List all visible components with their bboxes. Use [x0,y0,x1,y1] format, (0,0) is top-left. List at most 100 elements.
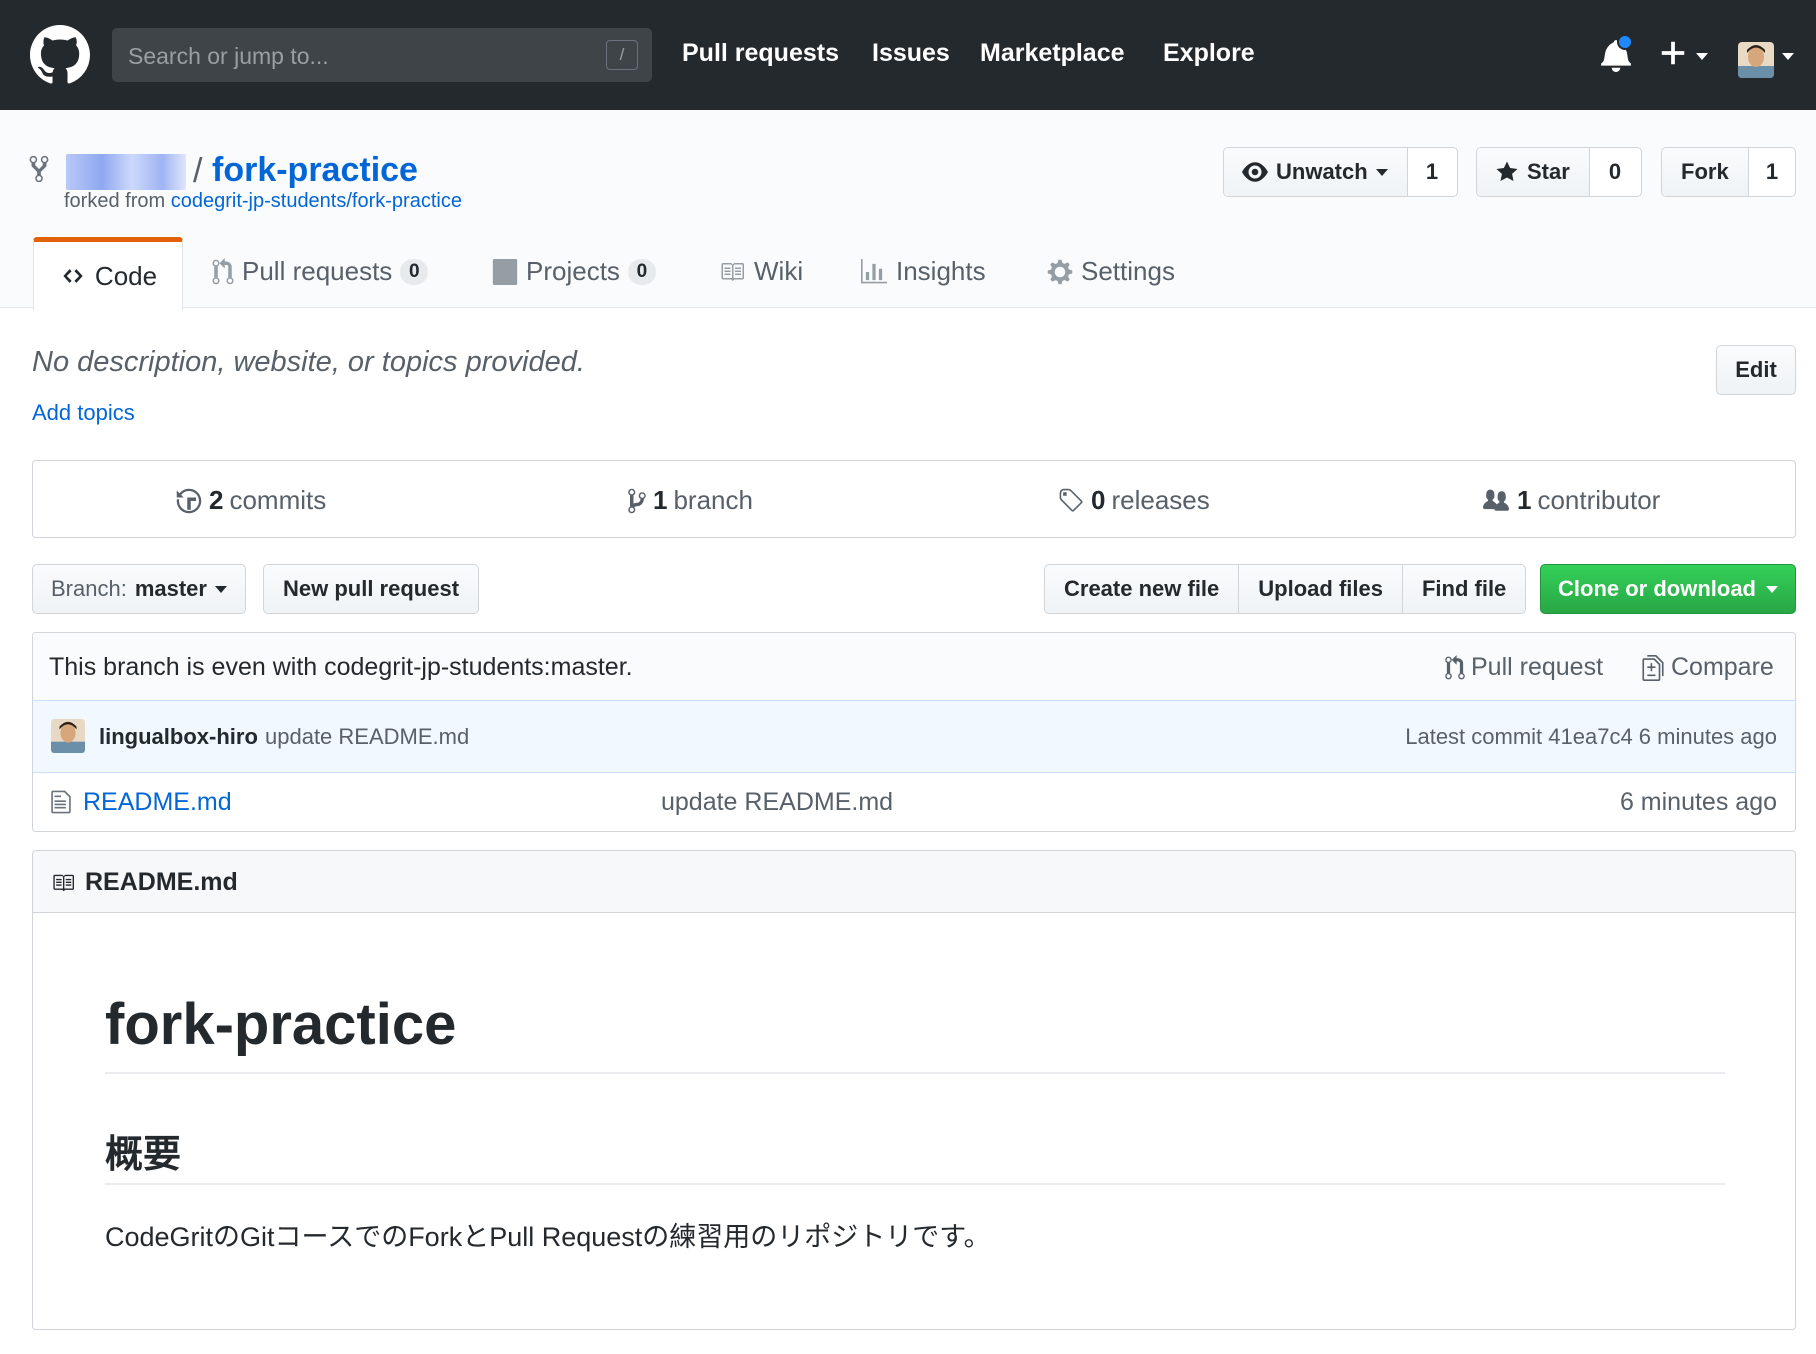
star-label: Star [1527,159,1570,184]
repo-name-link[interactable]: fork-practice [212,151,418,190]
contributors-label: contributor [1537,485,1661,515]
tab-settings-label: Settings [1081,256,1175,286]
nav-pull-requests[interactable]: Pull requests [682,39,839,68]
commits-count: 2 [209,485,224,515]
star-button[interactable]: Star [1477,148,1590,196]
forked-from: forked from codegrit-jp-students/fork-pr… [64,190,462,213]
commit-message-link[interactable]: update README.md [265,724,469,750]
file-commit-message[interactable]: update README.md [661,788,893,817]
tab-insights-label: Insights [896,256,986,286]
fork-label: Fork [1681,159,1729,184]
commit-author-avatar[interactable] [51,719,85,753]
pull-request-icon [212,257,234,284]
repo-forked-icon [29,155,49,183]
tab-pull-requests-count: 0 [400,258,429,285]
file-row: README.md update README.md 6 minutes ago [33,773,1795,831]
search-input[interactable]: Search or jump to... / [112,28,652,82]
people-icon [1483,489,1509,511]
new-pull-request-button[interactable]: New pull request [263,564,480,614]
unwatch-button[interactable]: Unwatch [1224,148,1408,196]
find-file-button[interactable]: Find file [1403,565,1525,613]
caret-down-icon [214,585,227,593]
repo-owner-redacted[interactable] [66,154,186,190]
github-logo-icon[interactable] [30,25,90,85]
latest-commit-info[interactable]: Latest commit 41ea7c4 6 minutes ago [1405,724,1777,750]
branch-select-button[interactable]: Branch: master [32,564,246,614]
branch-select-label: Branch: [51,576,127,601]
star-icon [1496,161,1518,181]
user-avatar[interactable] [1738,42,1774,78]
git-branch-icon [628,488,646,513]
code-icon [63,269,83,283]
tab-projects[interactable]: Projects 0 [492,235,656,308]
tab-pull-requests[interactable]: Pull requests 0 [212,235,429,308]
add-topics-link[interactable]: Add topics [32,400,135,426]
branches-count: 1 [653,485,668,515]
releases-link[interactable]: 0 releases [1057,485,1210,516]
nav-explore[interactable]: Explore [1163,39,1255,68]
file-actions-group: Create new file Upload files Find file [1044,564,1527,614]
unwatch-label: Unwatch [1276,159,1368,184]
repo-header: / fork-practice forked from codegrit-jp-… [0,110,1816,310]
commits-label: commits [229,485,327,515]
pull-request-icon [1445,654,1465,679]
branches-link[interactable]: 1 branch [627,485,753,516]
branch-infobar: This branch is even with codegrit-jp-stu… [33,633,1795,701]
fork-button[interactable]: Fork [1662,148,1749,196]
nav-issues[interactable]: Issues [872,39,950,68]
commits-link[interactable]: 2 commits [175,485,326,516]
gear-icon [1047,259,1073,284]
tab-wiki[interactable]: Wiki [718,235,803,308]
caret-down-icon [1766,585,1778,593]
nav-marketplace[interactable]: Marketplace [980,39,1125,68]
user-menu-caret-icon[interactable] [1782,53,1794,60]
file-listing: This branch is even with codegrit-jp-stu… [32,632,1796,832]
create-menu-caret-icon[interactable] [1696,53,1708,60]
readme-title: README.md [85,868,238,896]
clone-or-download-button[interactable]: Clone or download [1540,564,1796,614]
star-button-group: Star 0 [1476,147,1642,197]
contributors-link[interactable]: 1 contributor [1481,485,1660,516]
project-icon [492,258,518,285]
forks-count[interactable]: 1 [1749,148,1795,196]
plus-icon[interactable] [1660,38,1686,68]
branches-label: branch [673,485,753,515]
tab-code-label: Code [94,260,158,291]
edit-description-button[interactable]: Edit [1716,345,1796,395]
branch-status-text: This branch is even with codegrit-jp-stu… [49,653,633,681]
repo-description: No description, website, or topics provi… [32,346,585,378]
readme-header: README.md [33,851,1795,913]
file-name-link[interactable]: README.md [83,788,232,817]
stargazers-count[interactable]: 0 [1590,148,1640,196]
tab-projects-count: 0 [627,258,656,285]
tag-icon [1059,488,1083,512]
search-placeholder: Search or jump to... [128,43,329,69]
forked-from-label: forked from [64,190,166,212]
search-shortcut-key: / [606,40,638,70]
book-icon [721,262,744,281]
compare-link[interactable]: Compare [1641,653,1774,682]
upload-files-button[interactable]: Upload files [1239,565,1403,613]
forked-from-link[interactable]: codegrit-jp-students/fork-practice [171,190,462,212]
book-icon [53,874,74,892]
tab-pull-requests-label: Pull requests [242,256,393,286]
pull-request-link[interactable]: Pull request [1445,653,1603,682]
diff-icon [1642,654,1664,681]
repo-path-separator: / [193,152,203,190]
tab-code[interactable]: Code [33,237,183,310]
compare-link-label: Compare [1671,653,1774,681]
fork-button-group: Fork 1 [1661,147,1796,197]
tab-settings[interactable]: Settings [1047,235,1175,308]
commit-author-link[interactable]: lingualbox-hiro [99,724,258,750]
latest-commit-bar: lingualbox-hiro update README.md Latest … [33,701,1795,773]
watchers-count[interactable]: 1 [1408,148,1456,196]
tab-projects-label: Projects [526,256,620,286]
releases-label: releases [1111,485,1210,515]
create-new-file-button[interactable]: Create new file [1045,565,1240,613]
file-icon [51,790,71,814]
eye-icon [1242,162,1268,182]
tab-insights[interactable]: Insights [860,235,986,308]
graph-icon [861,258,887,283]
repo-numbers-summary: 2 commits 1 branch 0 releases 1 contribu… [32,460,1796,538]
releases-count: 0 [1091,485,1106,515]
